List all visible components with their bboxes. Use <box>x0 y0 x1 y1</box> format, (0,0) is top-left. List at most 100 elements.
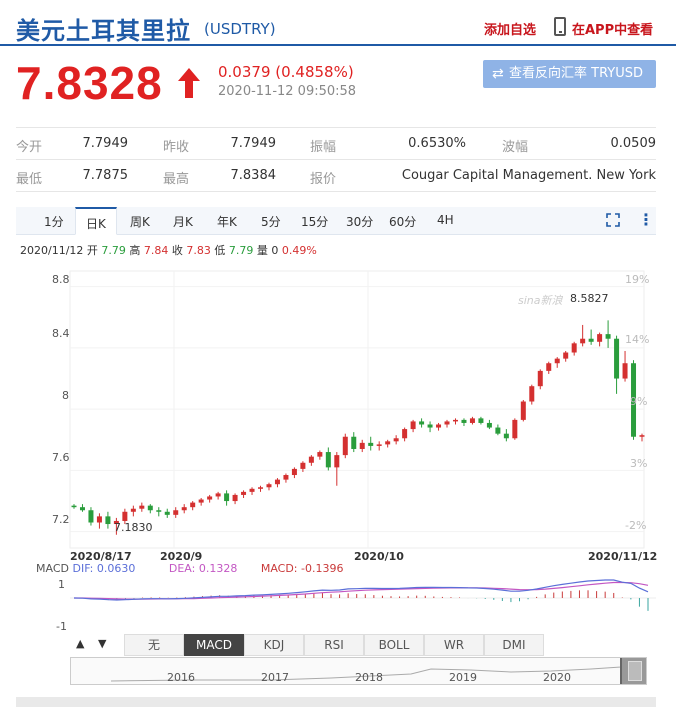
candle-body <box>325 452 331 468</box>
stat-value: 7.7949 <box>230 136 277 151</box>
y-tick-label: 8.8 <box>52 273 70 286</box>
indicator-boll[interactable]: BOLL <box>364 634 424 656</box>
stat-value: 0.6530% <box>408 136 466 151</box>
timeline-year: 2016 <box>167 671 195 684</box>
candle-body <box>588 338 594 342</box>
stat-value: 7.7875 <box>82 168 129 183</box>
tab-5min[interactable]: 5分 <box>261 213 281 230</box>
tab-60min[interactable]: 60分 <box>389 213 416 230</box>
quote-timestamp: 2020-11-12 09:50:58 <box>218 84 357 99</box>
candle-body <box>207 496 213 500</box>
candle-body <box>368 442 374 446</box>
candle-body <box>283 475 289 480</box>
open-value: 7.79 <box>101 244 126 257</box>
x-tick-label: 2020/10 <box>354 550 404 563</box>
fullscreen-icon[interactable] <box>606 213 620 227</box>
stat-value: 0.0509 <box>610 136 657 151</box>
indicator-macd[interactable]: MACD <box>184 634 244 656</box>
candle-body <box>478 418 484 423</box>
candle-body <box>351 436 357 449</box>
stat-label: 最低 <box>16 172 43 187</box>
indicator-bar: ▲ ▼ 无 MACD KDJ RSI BOLL WR DMI <box>70 634 656 656</box>
prev-button[interactable]: ▲ <box>76 637 84 650</box>
stats-row: 今开 7.7949 昨收 7.7949 振幅 0.6530% 波幅 0.0509 <box>16 128 656 160</box>
page-title: 美元土耳其里拉 <box>16 17 191 45</box>
footer-scrollbar <box>16 697 656 707</box>
candle-body <box>241 491 247 495</box>
tab-30min[interactable]: 30分 <box>346 213 373 230</box>
candle-body <box>639 435 645 437</box>
candle-body <box>198 499 204 503</box>
add-favorite-link[interactable]: 添加自选 <box>484 19 536 38</box>
tab-monthly[interactable]: 月K <box>173 213 193 230</box>
tab-daily[interactable]: 日K <box>75 207 117 235</box>
open-label: 开 <box>86 244 98 257</box>
timeline-year: 2020 <box>543 671 571 684</box>
candle-body <box>291 468 297 476</box>
timeline-year: 2018 <box>355 671 383 684</box>
timeline-year: 2017 <box>261 671 289 684</box>
stat-label: 波幅 <box>502 140 529 155</box>
ohlc-summary: 2020/11/12 开 7.79 高 7.84 收 7.83 低 7.79 量… <box>20 242 317 258</box>
next-button[interactable]: ▼ <box>98 637 106 650</box>
y-tick-label: 7.2 <box>52 513 70 526</box>
reverse-rate-label: 查看反向汇率 TRYUSD <box>509 66 643 81</box>
timeline-year: 2019 <box>449 671 477 684</box>
open-in-app-link[interactable]: 在APP中查看 <box>572 19 653 38</box>
candle-body <box>512 419 518 439</box>
pct-tick-label: 9% <box>630 395 648 408</box>
timeline-handle[interactable] <box>620 658 646 684</box>
tab-4h[interactable]: 4H <box>437 213 454 227</box>
candle-body <box>317 452 323 457</box>
macd-tick-label: 1 <box>58 578 65 591</box>
reverse-rate-button[interactable]: ⇄ 查看反向汇率 TRYUSD <box>483 60 656 88</box>
candle-body <box>571 343 577 353</box>
candle-body <box>105 516 111 525</box>
high-label: 高 <box>129 244 141 257</box>
swap-icon: ⇄ <box>492 66 504 82</box>
y-tick-label: 8.4 <box>52 327 70 340</box>
current-price: 7.8328 <box>16 57 163 109</box>
candle-body <box>376 444 382 446</box>
phone-icon <box>554 17 566 36</box>
candle-body <box>410 421 416 430</box>
candle-body <box>122 511 128 521</box>
stat-label: 今开 <box>16 140 43 155</box>
candle-body <box>342 436 348 456</box>
macd-value: MACD: -0.1396 <box>260 562 344 575</box>
tab-1min[interactable]: 1分 <box>44 213 64 230</box>
more-vertical-icon[interactable]: ⋮ <box>638 210 654 229</box>
macd-title: MACD <box>36 562 69 575</box>
close-label: 收 <box>171 244 183 257</box>
x-tick-label: 2020/11/12 <box>588 550 658 563</box>
candle-body <box>156 510 162 512</box>
candle-body <box>79 507 85 511</box>
candle-body <box>461 419 467 423</box>
candle-body <box>308 456 314 463</box>
candle-body <box>495 427 501 434</box>
candle-body <box>486 422 492 428</box>
indicator-kdj[interactable]: KDJ <box>244 634 304 656</box>
tab-weekly[interactable]: 周K <box>130 213 150 230</box>
candle-body <box>622 363 628 379</box>
candle-body <box>614 338 620 379</box>
tab-yearly[interactable]: 年K <box>217 213 237 230</box>
timeline-scroller[interactable]: 2016 2017 2018 2019 2020 <box>70 657 647 685</box>
stat-label: 报价 <box>310 172 337 187</box>
candle-body <box>520 401 526 420</box>
pct-tick-label: 19% <box>625 273 650 286</box>
candle-body <box>96 516 102 523</box>
candle-body <box>224 493 230 502</box>
indicator-wr[interactable]: WR <box>424 634 484 656</box>
tab-15min[interactable]: 15分 <box>301 213 328 230</box>
indicator-rsi[interactable]: RSI <box>304 634 364 656</box>
candle-body <box>215 493 221 497</box>
stat-label: 振幅 <box>310 140 337 155</box>
indicator-none[interactable]: 无 <box>124 634 184 656</box>
macd-dif: DIF: 0.0630 <box>72 562 136 575</box>
stats-row: 最低 7.7875 最高 7.8384 报价 Cougar Capital Ma… <box>16 160 656 192</box>
indicator-dmi[interactable]: DMI <box>484 634 544 656</box>
candle-body <box>554 358 560 364</box>
close-value: 7.83 <box>186 244 211 257</box>
candle-body <box>503 433 509 439</box>
